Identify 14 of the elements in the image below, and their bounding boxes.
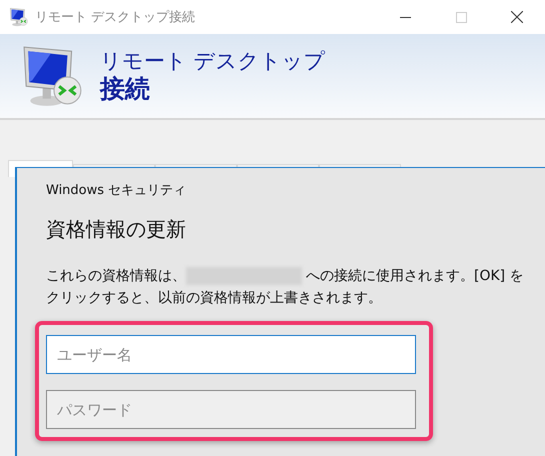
message-text: これらの資格情報は、 — [46, 267, 186, 286]
remote-desktop-icon — [9, 7, 29, 27]
header-title: リモート デスクトップ — [100, 48, 326, 74]
password-field[interactable]: パスワード — [46, 390, 416, 429]
header-subtitle: 接続 — [100, 74, 151, 104]
maximize-icon — [456, 12, 466, 22]
message-text: クリックすると、以前の資格情報が上書きされます。 — [46, 289, 383, 308]
minimize-icon — [400, 16, 410, 18]
close-icon — [511, 11, 523, 23]
username-field[interactable]: ユーザー名 — [46, 335, 416, 374]
message-text: への接続に使用されます。[OK] を — [306, 267, 524, 286]
window-title: リモート デスクトップ接続 — [35, 9, 196, 26]
dialog-heading: 資格情報の更新 — [46, 216, 187, 243]
dialog-caption: Windows セキュリティ — [46, 182, 188, 199]
